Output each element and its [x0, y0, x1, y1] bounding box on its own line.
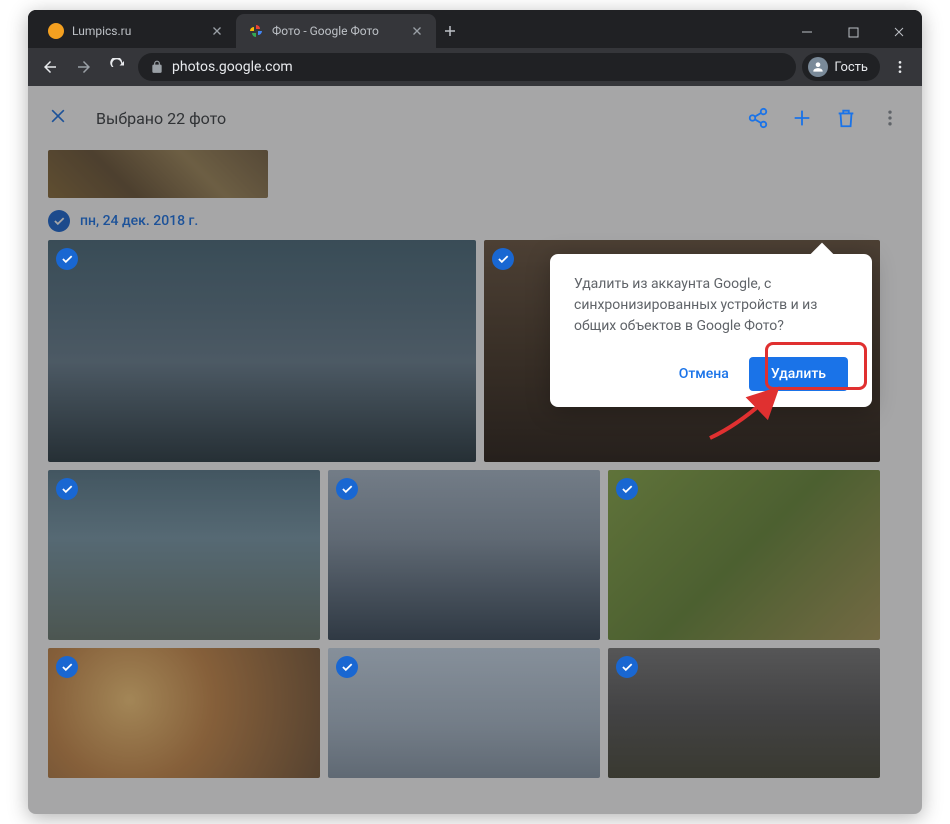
- url-text: photos.google.com: [172, 59, 293, 75]
- window-controls: [784, 16, 922, 48]
- new-tab-button[interactable]: [436, 14, 464, 48]
- photo-thumbnail[interactable]: [48, 150, 268, 198]
- add-button[interactable]: [790, 106, 814, 130]
- deselect-button[interactable]: [48, 106, 72, 130]
- close-window-button[interactable]: [876, 16, 922, 48]
- date-label: пн, 24 дек. 2018 г.: [80, 213, 198, 229]
- close-icon[interactable]: [210, 24, 224, 38]
- tab-google-photos[interactable]: Фото - Google Фото: [236, 14, 436, 48]
- trash-button[interactable]: [834, 106, 858, 130]
- photo-grid: пн, 24 дек. 2018 г.: [28, 150, 922, 778]
- photo-thumbnail[interactable]: [608, 648, 880, 778]
- address-bar: photos.google.com Гость: [28, 48, 922, 86]
- photo-thumbnail[interactable]: [328, 648, 600, 778]
- selection-title: Выбрано 22 фото: [96, 109, 722, 128]
- photo-thumbnail[interactable]: [608, 470, 880, 640]
- minimize-button[interactable]: [784, 16, 830, 48]
- profile-label: Гость: [834, 60, 868, 75]
- date-header[interactable]: пн, 24 дек. 2018 г.: [48, 210, 902, 232]
- titlebar: Lumpics.ru Фото - Google Фото: [28, 10, 922, 48]
- google-photos-page: Выбрано 22 фото пн, 24 дек. 2018 г.: [28, 86, 922, 814]
- tab-strip: Lumpics.ru Фото - Google Фото: [28, 14, 784, 48]
- check-icon: [56, 248, 78, 270]
- tab-title: Фото - Google Фото: [272, 24, 402, 38]
- more-button[interactable]: [878, 106, 902, 130]
- lock-icon: [150, 60, 164, 74]
- back-button[interactable]: [36, 53, 64, 81]
- check-icon: [56, 656, 78, 678]
- dialog-message: Удалить из аккаунта Google, с синхронизи…: [574, 274, 848, 337]
- photo-thumbnail[interactable]: [328, 470, 600, 640]
- share-button[interactable]: [746, 106, 770, 130]
- maximize-button[interactable]: [830, 16, 876, 48]
- check-icon: [336, 478, 358, 500]
- avatar-icon: [808, 57, 828, 77]
- selection-actions: [746, 106, 902, 130]
- cancel-button[interactable]: Отмена: [667, 358, 741, 390]
- browser-menu-button[interactable]: [886, 53, 914, 81]
- check-icon: [336, 656, 358, 678]
- photo-thumbnail[interactable]: [48, 648, 320, 778]
- forward-button[interactable]: [70, 53, 98, 81]
- photo-thumbnail[interactable]: [48, 470, 320, 640]
- check-icon: [616, 478, 638, 500]
- content-area: Выбрано 22 фото пн, 24 дек. 2018 г.: [28, 86, 922, 814]
- browser-window: Lumpics.ru Фото - Google Фото: [28, 10, 922, 814]
- delete-confirm-dialog: Удалить из аккаунта Google, с синхронизи…: [550, 254, 872, 407]
- url-input[interactable]: photos.google.com: [138, 53, 796, 81]
- tab-lumpics[interactable]: Lumpics.ru: [36, 14, 236, 48]
- delete-button[interactable]: Удалить: [749, 357, 848, 391]
- reload-button[interactable]: [104, 53, 132, 81]
- favicon-icon: [248, 23, 264, 39]
- profile-button[interactable]: Гость: [802, 53, 880, 81]
- check-icon: [56, 478, 78, 500]
- check-icon: [492, 248, 514, 270]
- photo-thumbnail[interactable]: [48, 240, 476, 462]
- selection-header: Выбрано 22 фото: [28, 86, 922, 150]
- dialog-actions: Отмена Удалить: [574, 357, 848, 391]
- close-icon[interactable]: [410, 24, 424, 38]
- check-icon: [616, 656, 638, 678]
- check-icon: [48, 210, 70, 232]
- tab-title: Lumpics.ru: [72, 24, 202, 38]
- favicon-icon: [48, 23, 64, 39]
